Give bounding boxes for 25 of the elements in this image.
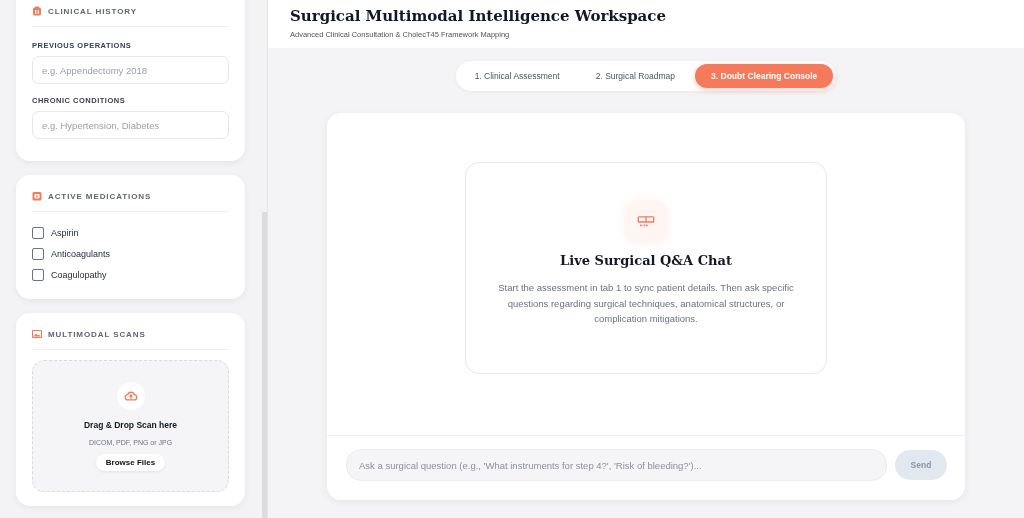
clipboard-icon: [32, 6, 42, 16]
section-title: CLINICAL HISTORY: [48, 6, 137, 16]
checkbox-label: Anticoagulants: [51, 248, 111, 259]
page-title: Surgical Multimodal Intelligence Workspace: [290, 7, 668, 25]
section-title: ACTIVE MEDICATIONS: [48, 191, 152, 201]
tab[interactable]: 2. Surgical Roadmap: [579, 64, 692, 88]
pill-box-icon: [32, 191, 42, 201]
chat-icon: [625, 201, 667, 243]
dropzone-title: Drag & Drop Scan here: [83, 419, 178, 430]
input-field[interactable]: e.g. Hypertension, Diabetes: [32, 111, 229, 139]
upload-cloud-icon: [116, 381, 145, 410]
browse-files-button[interactable]: Browse Files: [95, 453, 166, 471]
checkbox-label: Aspirin: [51, 227, 79, 238]
question-field[interactable]: Ask a surgical question (e.g., 'What instruments for step 4?', 'Risk of bleeding?')...: [346, 449, 887, 481]
checkbox-label: Coagulopathy: [51, 269, 107, 280]
checkbox[interactable]: [32, 247, 44, 260]
tab[interactable]: 1. Clinical Assessment: [458, 64, 576, 88]
empty-state-title: Live Surgical Q&A Chat: [560, 253, 732, 268]
section-title: MULTIMODAL SCANS: [48, 329, 146, 339]
empty-state-text: Start the assessment in tab 1 to sync patient details. Then ask specific questions regarding surgical techniques, anatomical structures, or complication mitigations.: [497, 281, 795, 326]
checkbox[interactable]: [32, 226, 44, 239]
input-field[interactable]: e.g. Appendectomy 2018: [32, 56, 229, 84]
scrollbar[interactable]: [262, 212, 267, 518]
checkbox[interactable]: [32, 268, 44, 281]
image-icon: [32, 329, 42, 339]
